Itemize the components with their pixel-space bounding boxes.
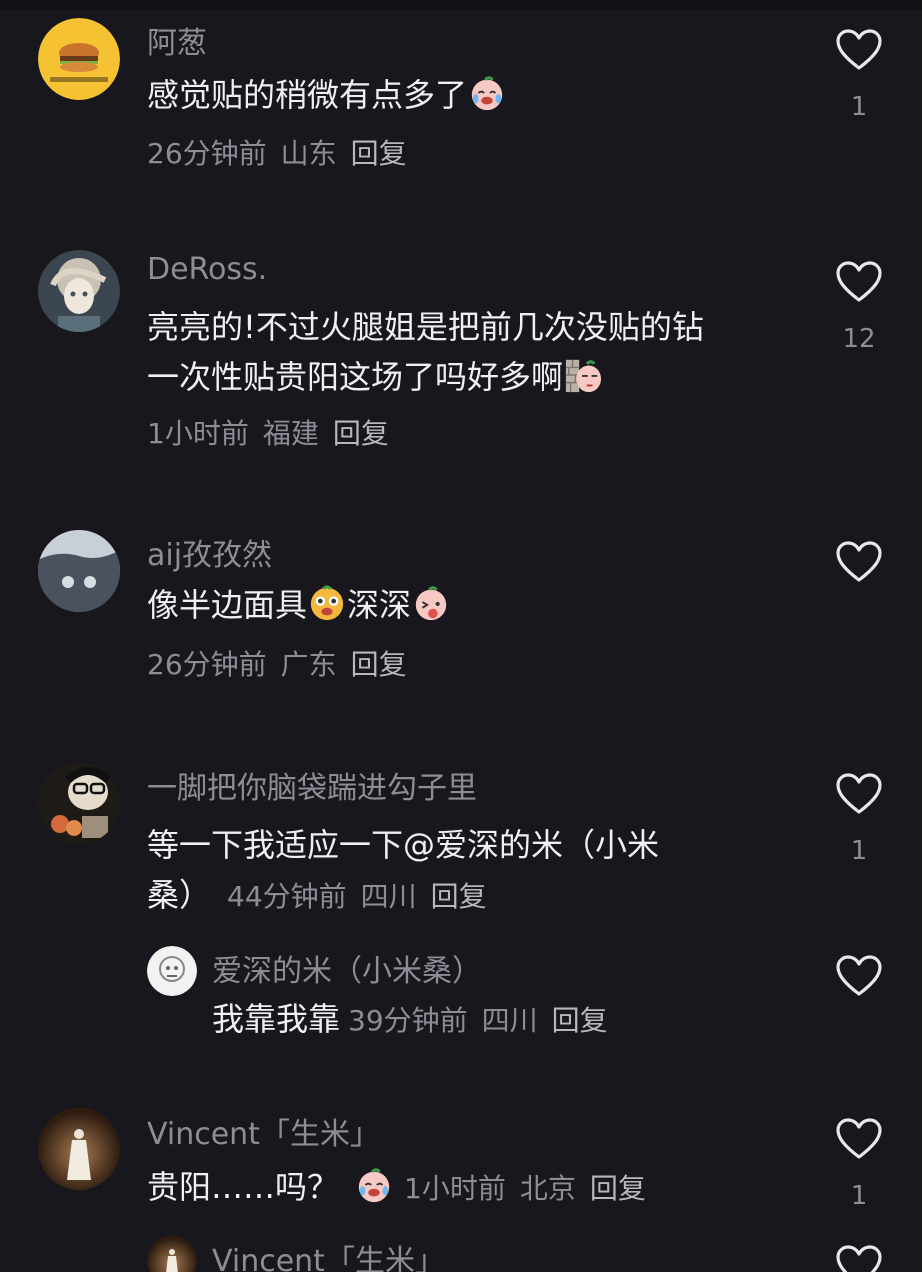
comment-time: 26分钟前 xyxy=(147,137,267,170)
comment-meta: 44分钟前 四川 回复 xyxy=(227,880,501,913)
comment-location: 北京 xyxy=(519,1172,576,1205)
crying-laugh-emoji-icon xyxy=(358,1168,390,1203)
heart-icon xyxy=(836,261,882,302)
comment-time: 1小时前 xyxy=(404,1172,506,1205)
like-button[interactable] xyxy=(834,954,884,998)
comment-time: 1小时前 xyxy=(147,417,249,450)
comment-username[interactable]: DeRoss. xyxy=(147,252,267,287)
reply-username[interactable]: Vincent「生米」 xyxy=(212,1236,445,1272)
comment-location: 山东 xyxy=(280,137,337,170)
heart-icon xyxy=(836,29,882,70)
comment-time: 26分钟前 xyxy=(147,648,267,681)
like-button[interactable]: 1 xyxy=(834,772,884,866)
comment-list: 阿葱 感觉贴的稍微有点多了 26分钟前 山东 回复 1 DeRoss. 亮亮的!… xyxy=(0,0,922,1272)
comment-time: 44分钟前 xyxy=(227,880,347,913)
top-divider xyxy=(0,0,922,10)
like-button[interactable]: 12 xyxy=(834,260,884,354)
avatar[interactable] xyxy=(38,530,120,612)
reply-button[interactable]: 回复 xyxy=(333,417,389,450)
like-button[interactable]: 1 xyxy=(834,28,884,122)
heart-icon xyxy=(836,955,882,996)
avatar[interactable] xyxy=(147,1236,197,1272)
like-count: 12 xyxy=(842,324,876,354)
comment-username[interactable]: 阿葱 xyxy=(147,18,207,62)
avatar[interactable] xyxy=(38,18,120,100)
reply-button[interactable]: 回复 xyxy=(590,1172,646,1205)
reply-text: 我靠我靠 39分钟前 四川 回复 xyxy=(212,994,812,1046)
like-count: 1 xyxy=(850,836,868,866)
heart-icon xyxy=(836,541,882,582)
comment-meta: 1小时前 福建 回复 xyxy=(147,412,403,452)
comment-location: 福建 xyxy=(262,417,319,450)
comment-text: 感觉贴的稍微有点多了 xyxy=(147,70,797,120)
heart-icon xyxy=(836,1118,882,1159)
reply-button[interactable]: 回复 xyxy=(431,880,487,913)
peek-wall-emoji-icon xyxy=(565,359,602,393)
reply-button[interactable]: 回复 xyxy=(552,1004,608,1037)
comment-username[interactable]: aij孜孜然 xyxy=(147,530,272,574)
heart-icon xyxy=(836,1245,882,1272)
crying-laugh-emoji-icon xyxy=(471,76,503,111)
comment-meta: 1小时前 北京 回复 xyxy=(404,1172,660,1205)
comment-text: 贵阳……吗？ 1小时前 北京 回复 xyxy=(147,1162,797,1214)
reply-button[interactable]: 回复 xyxy=(351,137,407,170)
comment-location: 四川 xyxy=(360,880,417,913)
comment-text: 亮亮的!不过火腿姐是把前几次没贴的钻 一次性贴贵阳这场了吗好多啊 xyxy=(147,308,704,396)
avatar[interactable] xyxy=(38,1108,120,1190)
avatar[interactable] xyxy=(38,250,120,332)
like-button[interactable]: 1 xyxy=(834,1117,884,1211)
comment-username[interactable]: Vincent「生米」 xyxy=(147,1109,380,1153)
comment-username[interactable]: 一脚把你脑袋踹进勾子里 xyxy=(147,763,477,807)
reply-username[interactable]: 爱深的米（小米桑） xyxy=(212,946,482,990)
comment-location: 四川 xyxy=(481,1004,538,1037)
like-count: 1 xyxy=(850,1181,868,1211)
tongue-out-emoji-icon xyxy=(415,586,447,621)
comment-text: 等一下我适应一下@爱深的米（小米 桑） 44分钟前 四川 回复 xyxy=(147,826,660,914)
avatar[interactable] xyxy=(38,762,120,844)
comment-location: 广东 xyxy=(280,648,337,681)
comment-time: 39分钟前 xyxy=(348,1004,468,1037)
avatar[interactable] xyxy=(147,946,197,996)
masked-face-emoji-icon xyxy=(310,585,344,621)
comment-meta: 26分钟前 山东 回复 xyxy=(147,132,421,172)
reply-button[interactable]: 回复 xyxy=(351,648,407,681)
comment-text: 像半边面具 深深 xyxy=(147,580,797,630)
like-count: 1 xyxy=(850,92,868,122)
like-button[interactable] xyxy=(834,1244,884,1272)
heart-icon xyxy=(836,773,882,814)
comment-meta: 26分钟前 广东 回复 xyxy=(147,643,421,683)
reply-meta: 39分钟前 四川 回复 xyxy=(348,1004,622,1037)
like-button[interactable] xyxy=(834,540,884,584)
